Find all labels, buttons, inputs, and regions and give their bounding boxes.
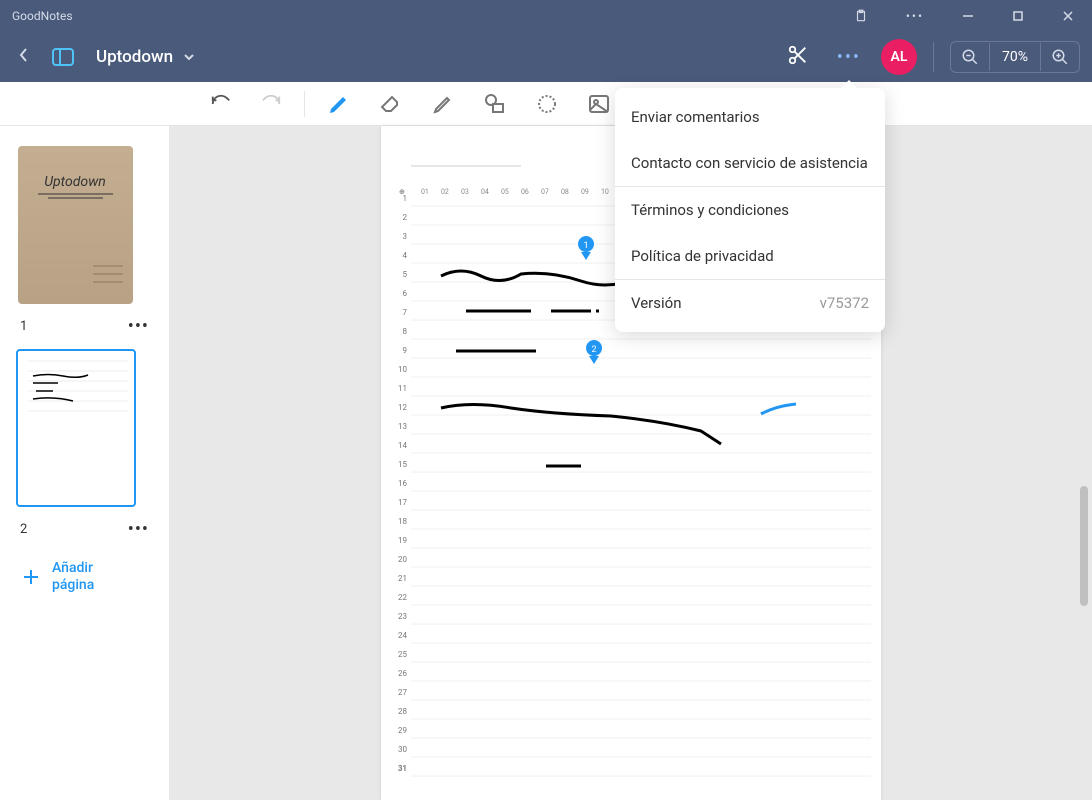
version-label: Versión — [631, 294, 682, 312]
page-thumbnail-2[interactable] — [16, 349, 136, 507]
svg-text:06: 06 — [521, 188, 529, 196]
svg-text:04: 04 — [481, 188, 489, 196]
page-more-2[interactable]: ••• — [128, 519, 149, 540]
document-title-text: Uptodown — [96, 47, 173, 67]
svg-text:10: 10 — [398, 365, 407, 374]
maximize-icon[interactable] — [1002, 4, 1034, 28]
app-name: GoodNotes — [8, 9, 73, 23]
svg-text:17: 17 — [398, 498, 407, 507]
svg-text:31: 31 — [398, 764, 407, 773]
svg-text:18: 18 — [398, 517, 407, 526]
svg-text:1: 1 — [583, 241, 588, 251]
highlighter-tool[interactable] — [421, 86, 465, 122]
dropdown-privacy[interactable]: Política de privacidad — [615, 233, 885, 279]
svg-text:28: 28 — [398, 707, 407, 716]
svg-text:14: 14 — [398, 441, 407, 450]
dropdown-feedback[interactable]: Enviar comentarios — [615, 94, 885, 140]
chevron-down-icon — [183, 53, 195, 61]
svg-text:03: 03 — [461, 188, 469, 196]
svg-text:5: 5 — [403, 270, 408, 279]
svg-text:09: 09 — [581, 188, 589, 196]
scissors-icon[interactable] — [779, 36, 817, 78]
svg-text:24: 24 — [398, 631, 407, 640]
svg-text:07: 07 — [541, 188, 549, 196]
more-menu-button[interactable]: ••• — [825, 39, 873, 76]
clipboard-icon[interactable] — [844, 3, 878, 29]
dropdown-support[interactable]: Contacto con servicio de asistencia — [615, 140, 885, 186]
eraser-tool[interactable] — [369, 86, 413, 122]
svg-text:02: 02 — [441, 188, 449, 196]
page-more-1[interactable]: ••• — [128, 316, 149, 337]
svg-text:13: 13 — [398, 422, 407, 431]
close-icon[interactable] — [1052, 4, 1084, 28]
svg-text:16: 16 — [398, 479, 407, 488]
svg-text:10: 10 — [601, 188, 609, 196]
svg-text:26: 26 — [398, 669, 407, 678]
svg-text:25: 25 — [398, 650, 407, 659]
separator — [304, 91, 305, 117]
svg-text:29: 29 — [398, 726, 407, 735]
svg-text:22: 22 — [398, 593, 407, 602]
svg-text:21: 21 — [398, 574, 407, 583]
svg-text:30: 30 — [398, 745, 407, 754]
svg-text:4: 4 — [403, 251, 408, 260]
sidebar-toggle-icon[interactable] — [48, 44, 78, 70]
zoom-out-button[interactable] — [951, 42, 989, 72]
zoom-in-button[interactable] — [1041, 42, 1079, 72]
zoom-value[interactable]: 70% — [989, 43, 1041, 71]
svg-text:19: 19 — [398, 536, 407, 545]
document-title[interactable]: Uptodown — [96, 47, 195, 67]
minimize-icon[interactable] — [952, 4, 984, 28]
svg-text:Uptodown: Uptodown — [44, 174, 106, 190]
more-dropdown: Enviar comentarios Contacto con servicio… — [615, 88, 885, 332]
add-page-button[interactable]: Añadir página — [12, 552, 157, 602]
add-page-label: Añadir página — [52, 560, 94, 594]
page-number-2: 2 — [20, 522, 27, 537]
svg-text:05: 05 — [501, 188, 509, 196]
more-horizontal-icon[interactable]: ••• — [896, 3, 934, 29]
svg-text:2: 2 — [591, 345, 596, 355]
svg-text:8: 8 — [403, 327, 408, 336]
redo-button[interactable] — [250, 87, 292, 121]
svg-text:2: 2 — [403, 213, 408, 222]
page-number-1: 1 — [20, 319, 27, 334]
svg-text:7: 7 — [403, 308, 408, 317]
scrollbar[interactable] — [1080, 486, 1088, 606]
avatar[interactable]: AL — [881, 39, 917, 75]
svg-text:20: 20 — [398, 555, 407, 564]
back-button[interactable] — [12, 41, 36, 73]
pen-tool[interactable] — [317, 86, 361, 122]
svg-text:1: 1 — [403, 194, 408, 203]
undo-button[interactable] — [200, 87, 242, 121]
svg-text:23: 23 — [398, 612, 407, 621]
page-thumbnail-1[interactable]: Uptodown — [18, 146, 133, 304]
svg-text:6: 6 — [403, 289, 408, 298]
divider — [933, 42, 934, 72]
dropdown-version: Versión v75372 — [615, 280, 885, 326]
svg-text:01: 01 — [421, 188, 429, 196]
svg-text:27: 27 — [398, 688, 407, 697]
svg-text:08: 08 — [561, 188, 569, 196]
svg-text:3: 3 — [403, 232, 408, 241]
version-value: v75372 — [820, 294, 869, 312]
lasso-tool[interactable] — [525, 86, 569, 122]
svg-text:11: 11 — [398, 384, 407, 393]
svg-text:15: 15 — [398, 460, 407, 469]
dropdown-terms[interactable]: Términos y condiciones — [615, 187, 885, 233]
svg-text:12: 12 — [398, 403, 407, 412]
svg-text:9: 9 — [403, 346, 408, 355]
shapes-tool[interactable] — [473, 86, 517, 122]
